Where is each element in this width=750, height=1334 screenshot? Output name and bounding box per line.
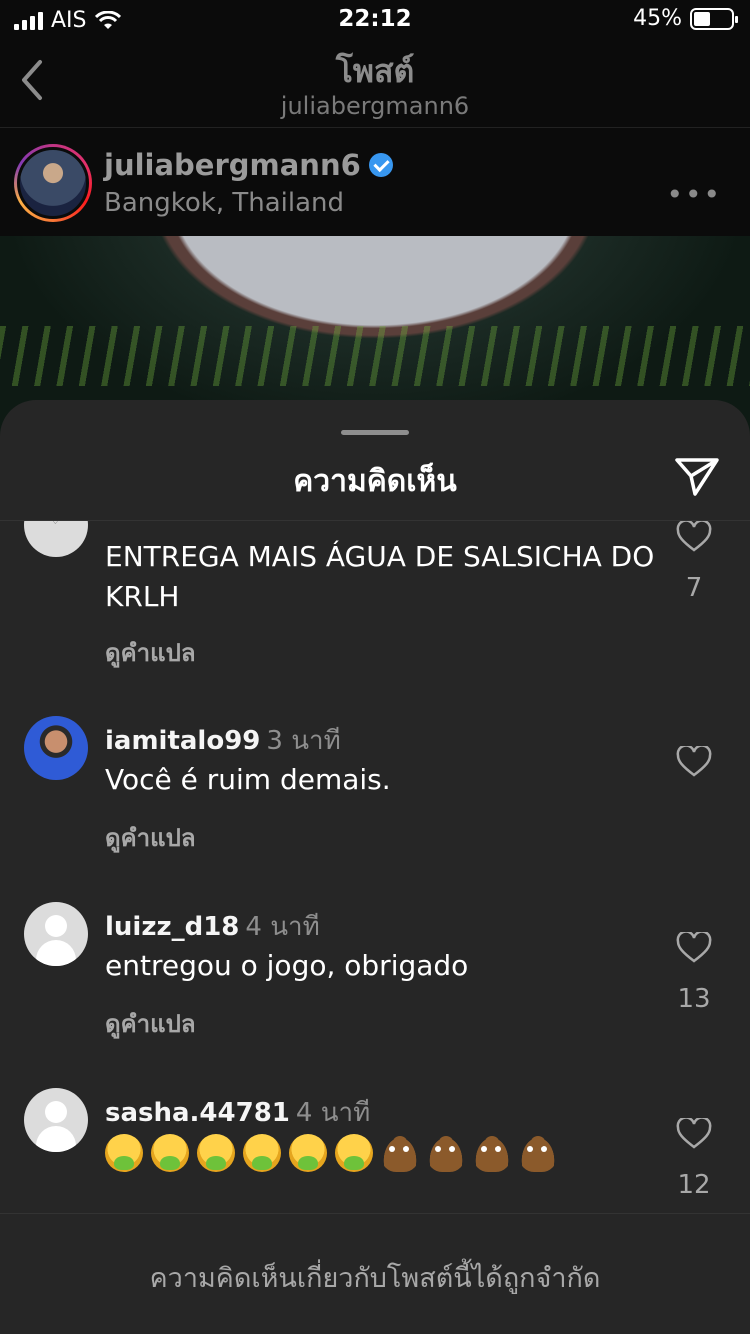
post-author-username[interactable]: juliabergmann6 [104,148,361,182]
see-translation-link[interactable]: ดูคำแปล [105,1004,196,1043]
pile-of-poo-icon [381,1134,419,1172]
verified-badge-icon [368,153,393,177]
page-title: โพสต์ [335,52,415,90]
comments-list[interactable]: ENTREGA MAIS ÁGUA DE SALSICHA DO KRLH ดู… [0,521,750,1213]
comment-time: 4 นาที [245,912,320,942]
battery-percent: 45% [633,6,682,31]
sheet-drag-handle[interactable] [341,430,409,435]
post-author-avatar[interactable] [14,144,92,222]
like-count: 13 [677,984,711,1014]
more-options-icon[interactable]: ••• [666,178,722,211]
nauseated-face-icon [105,1134,143,1172]
heart-icon[interactable] [676,521,712,553]
heart-icon[interactable] [676,1118,712,1150]
comment-meta: sasha.44781 4 นาที [105,1092,370,1133]
comment-text: entregou o jogo, obrigado [105,949,469,982]
see-translation-link[interactable]: ดูคำแปล [105,633,196,672]
nauseated-face-icon [335,1134,373,1172]
comment-username[interactable]: sasha.44781 [105,1098,290,1128]
post-header: juliabergmann6 Bangkok, Thailand ••• [0,130,750,235]
comments-limited-note: ความคิดเห็นเกี่ยวกับโพสต์นี้ได้ถูกจำกัด [149,1263,601,1294]
share-paper-plane-icon[interactable] [674,456,720,498]
comment-item: ENTREGA MAIS ÁGUA DE SALSICHA DO KRLH ดู… [0,521,750,701]
comment-time: 3 นาที [266,726,341,756]
page-subtitle: juliabergmann6 [280,92,470,120]
pile-of-poo-icon [519,1134,557,1172]
nauseated-face-icon [243,1134,281,1172]
sheet-title: ความคิดเห็น [293,464,457,499]
heart-icon[interactable] [676,932,712,964]
comment-username[interactable]: luizz_d18 [105,912,239,942]
battery-icon [690,7,738,30]
post-location[interactable]: Bangkok, Thailand [104,188,344,218]
comment-item: luizz_d18 4 นาที entregou o jogo, obrigad… [0,902,750,1082]
status-bar: AIS 22:12 45% [0,0,750,40]
like-count: 7 [685,573,703,603]
comment-avatar[interactable] [24,521,88,557]
comment-meta: iamitalo99 3 นาที [105,720,341,761]
comment-text: Você é ruim demais. [105,763,391,796]
see-translation-link[interactable]: ดูคำแปล [105,818,196,857]
pile-of-poo-icon [473,1134,511,1172]
post-author-username-row[interactable]: juliabergmann6 [104,148,393,182]
heart-icon[interactable] [676,746,712,778]
top-nav-bar: โพสต์ juliabergmann6 [0,40,750,128]
comment-item: sasha.44781 4 นาที 12 [0,1088,750,1213]
comment-emoji-row [105,1134,557,1172]
comment-meta: luizz_d18 4 นาที [105,906,320,947]
nauseated-face-icon [151,1134,189,1172]
comment-time: 4 นาที [295,1098,371,1128]
comment-avatar[interactable] [24,1088,88,1152]
comment-avatar[interactable] [24,902,88,966]
nauseated-face-icon [197,1134,235,1172]
comment-avatar[interactable] [24,716,88,780]
like-count: 12 [677,1170,711,1200]
footer-divider [0,1213,750,1214]
nauseated-face-icon [289,1134,327,1172]
pile-of-poo-icon [427,1134,465,1172]
comments-sheet: ความคิดเห็น ENTREGA MAIS ÁGUA DE SALSICH… [0,400,750,1334]
comment-username[interactable]: iamitalo99 [105,726,260,756]
comment-item: iamitalo99 3 นาที Você é ruim demais. ดูค… [0,716,750,896]
status-right: 45% [633,6,738,31]
comment-text: ENTREGA MAIS ÁGUA DE SALSICHA DO KRLH [105,540,655,613]
